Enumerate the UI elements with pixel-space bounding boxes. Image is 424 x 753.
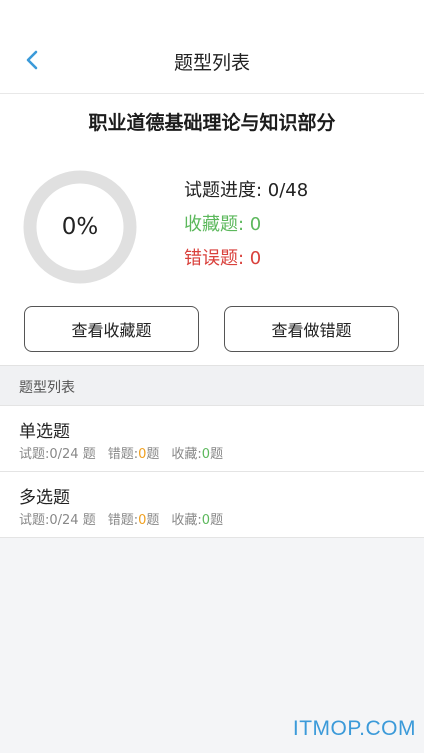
list-item-multiple-choice[interactable]: 多选题 试题:0/24 题错题:0题 收藏:0题	[0, 472, 424, 538]
questions-count: 试题:0/24 题	[19, 447, 96, 462]
fav-unit: 题	[210, 447, 224, 462]
page: 题型列表 职业道德基础理论与知识部分 0% 试题进度: 0/48 收藏题: 0 …	[0, 0, 424, 753]
summary-card: 职业道德基础理论与知识部分 0% 试题进度: 0/48 收藏题: 0 错误题: …	[0, 94, 424, 366]
list-item-title: 单选题	[19, 422, 70, 442]
list-item-meta: 试题:0/24 题错题:0题 收藏:0题	[19, 443, 235, 462]
fav-label: 收藏:	[171, 447, 202, 462]
progress-percent: 0%	[61, 214, 99, 240]
list-item-title: 多选题	[19, 488, 70, 508]
wrong-unit: 题	[146, 513, 160, 528]
stat-progress: 试题进度: 0/48	[184, 180, 309, 201]
question-type-list: 单选题 试题:0/24 题错题:0题 收藏:0题 多选题 试题:0/24 题错题:…	[0, 406, 424, 538]
watermark-logo: ITMOP.COM	[292, 717, 416, 740]
page-title: 题型列表	[173, 52, 250, 74]
view-wrong-button[interactable]: 查看做错题	[224, 306, 399, 352]
subject-title: 职业道德基础理论与知识部分	[88, 112, 336, 134]
view-favorites-button[interactable]: 查看收藏题	[24, 306, 199, 352]
fav-count: 0	[201, 447, 211, 462]
header-bar: 题型列表	[0, 0, 424, 94]
fav-count-group: 收藏:0题	[171, 513, 223, 528]
stat-wrong: 错误题: 0	[184, 248, 262, 269]
section-header: 题型列表	[0, 366, 424, 406]
section-title: 题型列表	[19, 380, 75, 396]
wrong-count-group: 错题:0题	[108, 447, 160, 462]
fav-unit: 题	[210, 513, 224, 528]
wrong-label: 错题:	[107, 513, 139, 528]
questions-count: 试题:0/24 题	[19, 513, 96, 528]
stat-favorites: 收藏题: 0	[184, 214, 262, 235]
list-item-single-choice[interactable]: 单选题 试题:0/24 题错题:0题 收藏:0题	[0, 406, 424, 472]
wrong-count-group: 错题:0题	[108, 513, 160, 528]
fav-label: 收藏:	[171, 513, 202, 528]
fav-count: 0	[201, 513, 211, 528]
list-item-meta: 试题:0/24 题错题:0题 收藏:0题	[19, 509, 235, 528]
stats-block: 试题进度: 0/48 收藏题: 0 错误题: 0	[184, 178, 308, 280]
wrong-unit: 题	[146, 447, 160, 462]
fav-count-group: 收藏:0题	[171, 447, 223, 462]
wrong-label: 错题:	[107, 447, 139, 462]
